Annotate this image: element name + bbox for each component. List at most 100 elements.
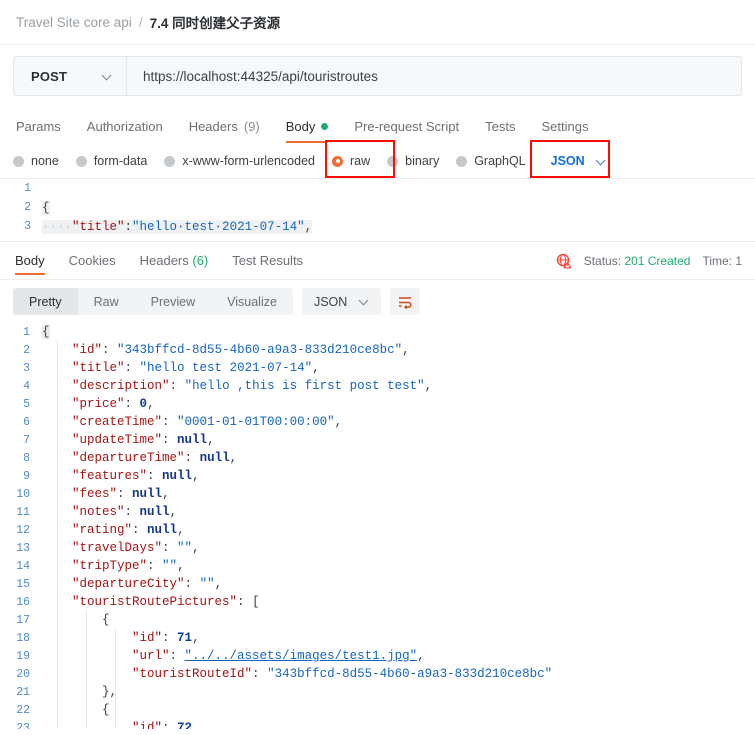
request-code-text: { <box>42 200 50 215</box>
breadcrumb-current-request[interactable]: 7.4 同时创建父子资源 <box>150 12 281 32</box>
body-type-label: form-data <box>93 154 148 168</box>
json-token: , <box>177 523 185 537</box>
request-tab-tests[interactable]: Tests <box>472 119 528 143</box>
json-token: "0001-01-01T00:00:00" <box>177 415 335 429</box>
line-number: 21 <box>16 685 30 699</box>
json-token: "features" <box>72 469 148 483</box>
json-token: "id" <box>132 721 163 729</box>
request-tab-label: Headers <box>188 119 238 134</box>
line-number: 15 <box>16 577 30 591</box>
body-type-x-www-form-urlencoded[interactable]: x-www-form-urlencoded <box>164 154 332 168</box>
chevron-down-icon <box>360 297 369 306</box>
json-token: "updateTime" <box>72 433 163 447</box>
response-format-select[interactable]: JSON <box>301 288 382 315</box>
response-code-text: { <box>42 613 110 627</box>
body-type-form-data[interactable]: form-data <box>75 154 165 168</box>
json-token: : <box>162 541 178 555</box>
request-body-editor[interactable]: 1 2{3 ····"title":"hello·test·2021-07-14", <box>0 179 755 242</box>
globe-warning-icon <box>556 253 572 269</box>
status-value: 201 Created <box>624 253 691 268</box>
json-token: "notes" <box>72 505 125 519</box>
response-code-text: "travelDays": "", <box>42 541 200 555</box>
json-token: , <box>162 487 170 501</box>
response-code-line: 11 "notes": null, <box>0 503 755 521</box>
json-token: : <box>237 595 253 609</box>
line-number: 1 <box>23 325 30 339</box>
response-code-text: "departureCity": "", <box>42 577 222 591</box>
json-token: "fees" <box>72 487 118 501</box>
response-tab-cookies[interactable]: Cookies <box>57 242 128 280</box>
response-code-line: 6 "createTime": "0001-01-01T00:00:00", <box>0 413 755 431</box>
annotation-box-json-format <box>530 140 610 178</box>
json-token: "hello ,this is first post test" <box>184 379 425 393</box>
json-token: : <box>117 487 133 501</box>
body-type-binary[interactable]: binary <box>387 154 456 168</box>
response-tab-headers[interactable]: Headers (6) <box>128 242 221 280</box>
json-token: "touristRoutePictures" <box>72 595 238 609</box>
response-code-line: 7 "updateTime": null, <box>0 431 755 449</box>
view-mode-preview[interactable]: Preview <box>135 288 211 315</box>
response-code-line: 15 "departureCity": "", <box>0 575 755 593</box>
line-number: 7 <box>23 433 30 447</box>
request-tab-params[interactable]: Params <box>13 119 74 143</box>
radio-button-icon[interactable] <box>164 155 176 167</box>
body-type-label: x-www-form-urlencoded <box>182 154 315 168</box>
view-mode-raw[interactable]: Raw <box>78 288 135 315</box>
response-code-line: 17 { <box>0 611 755 629</box>
body-type-none[interactable]: none <box>13 154 76 168</box>
view-mode-visualize[interactable]: Visualize <box>211 288 293 315</box>
line-number: 2 <box>24 201 31 214</box>
response-toolbar: Pretty Raw Preview Visualize JSON <box>0 280 755 323</box>
json-token: : <box>102 343 118 357</box>
request-body-type-row: none form-data x-www-form-urlencoded raw bin… <box>0 140 755 179</box>
response-code-text: "title": "hello test 2021-07-14", <box>42 361 320 375</box>
response-code-line: 5 "price": 0, <box>0 395 755 413</box>
response-code-line: 14 "tripType": "", <box>0 557 755 575</box>
response-view-modes: Pretty Raw Preview Visualize <box>13 288 293 315</box>
response-code-line: 13 "travelDays": "", <box>0 539 755 557</box>
line-number: 18 <box>16 631 30 645</box>
response-code-text: "notes": null, <box>42 505 177 519</box>
line-number: 11 <box>16 505 30 519</box>
json-token: null <box>139 505 170 519</box>
json-token: "departureCity" <box>72 577 185 591</box>
radio-button-icon[interactable] <box>456 155 468 167</box>
breadcrumb-separator: / <box>138 14 143 30</box>
word-wrap-button[interactable] <box>390 288 421 315</box>
breadcrumb: Travel Site core api / 7.4 同时创建父子资源 <box>0 0 755 45</box>
line-number: 6 <box>23 415 30 429</box>
json-token: : <box>184 577 200 591</box>
request-tab-authorization[interactable]: Authorization <box>74 119 176 143</box>
response-tabs: Body Cookies Headers (6) Test Results <box>13 242 315 280</box>
json-token: 72 <box>177 721 193 729</box>
breadcrumb-collection[interactable]: Travel Site core api <box>16 15 132 30</box>
json-token: : <box>147 469 163 483</box>
url-input[interactable]: https://localhost:44325/api/touristroute… <box>127 57 741 95</box>
radio-button-icon[interactable] <box>75 155 87 167</box>
request-tab-label: Pre-request Script <box>354 119 460 134</box>
response-tab-test-results[interactable]: Test Results <box>220 242 315 280</box>
response-code-text: "touristRouteId": "343bffcd-8d55-4b60-a9… <box>42 667 552 681</box>
line-number: 2 <box>23 343 30 357</box>
json-token: "url" <box>132 649 170 663</box>
response-code-line: 3 "title": "hello test 2021-07-14", <box>0 359 755 377</box>
request-tab-label: Params <box>16 119 61 134</box>
response-tab-body[interactable]: Body <box>13 242 57 280</box>
response-code-text: "id": 72 <box>42 721 192 729</box>
request-tab-headers[interactable]: Headers (9) <box>176 119 273 143</box>
http-method-selector[interactable]: POST <box>14 57 127 95</box>
request-url-bar: POST https://localhost:44325/api/tourist… <box>13 56 742 96</box>
response-code-line: 4 "description": "hello ,this is first p… <box>0 377 755 395</box>
json-token: "description" <box>72 379 170 393</box>
response-body-code[interactable]: 1{2 "id": "343bffcd-8d55-4b60-a9a3-833d2… <box>0 323 755 729</box>
view-mode-pretty[interactable]: Pretty <box>13 288 78 315</box>
line-number: 5 <box>23 397 30 411</box>
json-token: "" <box>177 541 193 555</box>
radio-button-icon[interactable] <box>13 155 24 167</box>
response-code-line: 20 "touristRouteId": "343bffcd-8d55-4b60… <box>0 665 755 683</box>
json-token: , <box>192 469 200 483</box>
